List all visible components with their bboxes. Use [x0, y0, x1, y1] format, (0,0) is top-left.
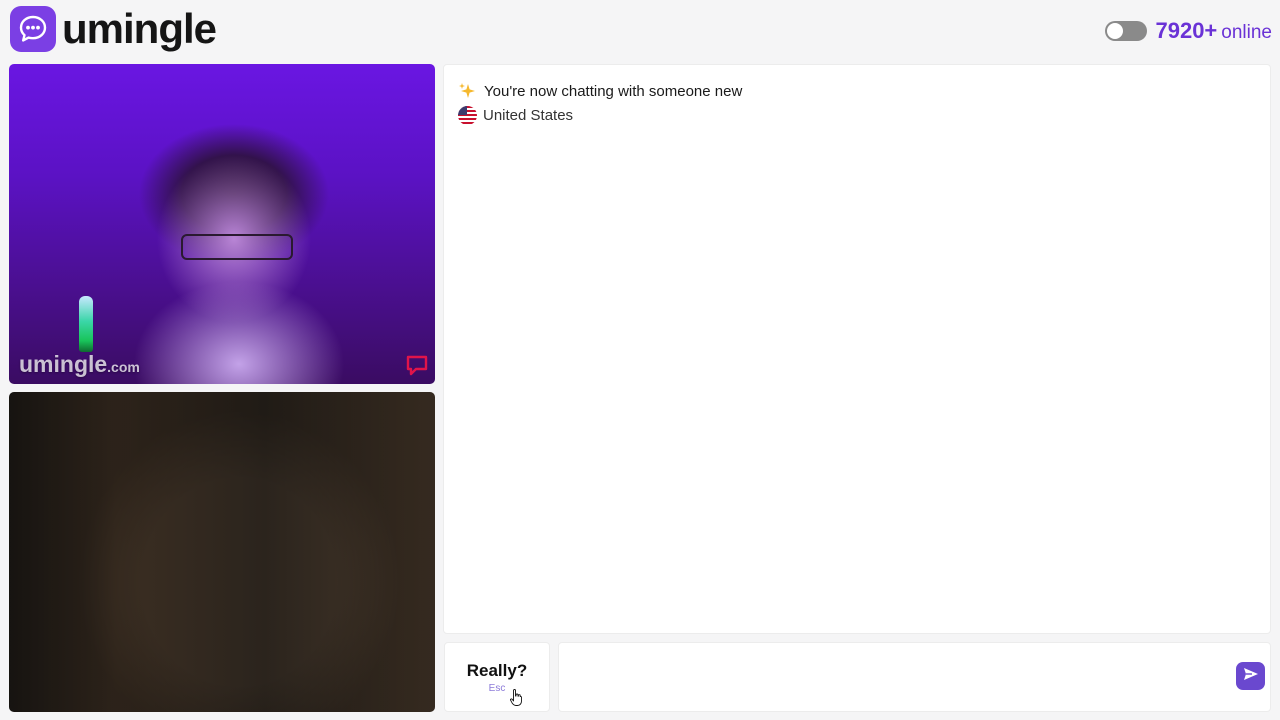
send-button[interactable] — [1236, 662, 1265, 690]
logo[interactable]: umingle — [10, 5, 217, 52]
stranger-country: United States — [458, 106, 573, 125]
online-count: 7920+ — [1155, 18, 1218, 43]
toggle-knob — [1107, 23, 1124, 39]
report-flag-icon[interactable] — [405, 354, 429, 376]
sparkles-icon — [458, 82, 476, 100]
chat-panel: You're now chatting with someone new Uni… — [443, 64, 1271, 634]
chat-bubble-icon — [10, 6, 56, 52]
video-watermark: umingle.com — [19, 351, 140, 378]
skip-button-label: Really? — [466, 661, 528, 680]
remote-video: umingle.com — [9, 64, 435, 384]
toggle-switch[interactable] — [1105, 21, 1148, 41]
hand-cursor-icon — [510, 689, 522, 706]
skip-shortcut-hint: Esc — [488, 683, 506, 694]
watermark-suffix: .com — [107, 359, 140, 375]
system-message-text: You're now chatting with someone new — [484, 82, 743, 100]
brand-name: umingle — [62, 5, 217, 52]
local-video — [9, 392, 435, 712]
watermark-text: umingle — [19, 351, 108, 377]
us-flag-icon — [458, 106, 477, 125]
system-message: You're now chatting with someone new — [458, 82, 742, 100]
skip-button[interactable]: Really? Esc — [444, 642, 550, 712]
message-input[interactable] — [558, 642, 1271, 712]
online-label: online — [1221, 21, 1272, 43]
send-icon — [1243, 667, 1259, 686]
stranger-glasses — [181, 234, 293, 260]
lava-lamp — [79, 296, 93, 352]
country-name: United States — [483, 107, 574, 124]
online-indicator: 7920+ online — [1105, 14, 1272, 48]
